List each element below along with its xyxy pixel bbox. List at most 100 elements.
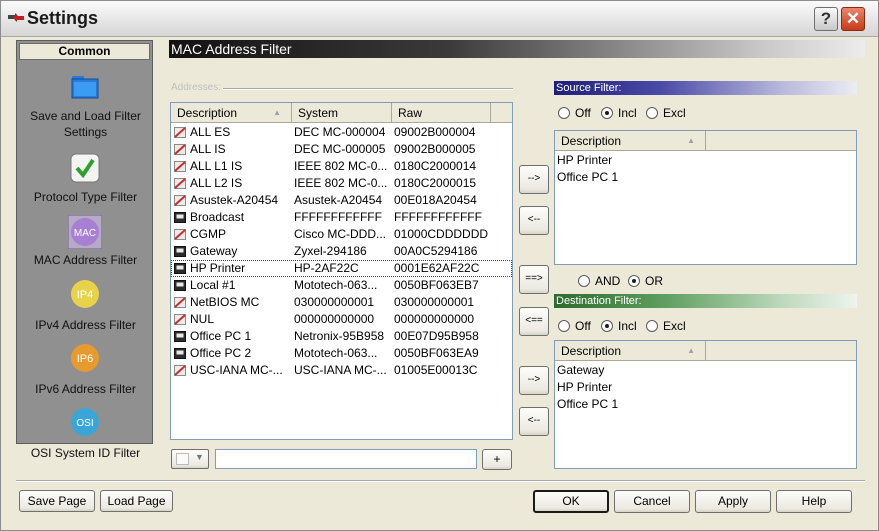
nav-item-label: MAC Address Filter <box>33 253 138 267</box>
table-row[interactable]: Asustek-A20454 Asustek-A20454 00E018A20454 <box>171 192 512 209</box>
nav-header[interactable]: Common <box>19 43 150 60</box>
cell-raw: 00E07D95B958 <box>394 329 479 343</box>
station-address-icon <box>174 331 186 342</box>
list-item[interactable]: Office PC 1 <box>555 396 856 413</box>
table-row[interactable]: NetBIOS MC 030000000001 030000000001 <box>171 294 512 311</box>
list-item[interactable]: HP Printer <box>555 152 856 169</box>
add-to-source-button[interactable]: --> <box>519 165 549 194</box>
table-row[interactable]: ALL ES DEC MC-000004 09002B000004 <box>171 124 512 141</box>
nav-item-label: IPv6 Address Filter <box>35 382 136 396</box>
table-row[interactable]: ALL L2 IS IEEE 802 MC-0... 0180C2000015 <box>171 175 512 192</box>
table-row[interactable]: Local #1 Mototech-063... 0050BF063EB7 <box>171 277 512 294</box>
address-type-dropdown[interactable]: ▼ <box>171 449 209 469</box>
cell-system: 000000000000 <box>294 312 375 326</box>
table-row[interactable]: USC-IANA MC-... USC-IANA MC-... 01005E0001… <box>171 362 512 379</box>
source-filter-mode: Off Incl Excl <box>558 105 758 121</box>
add-to-both-button[interactable]: ==> <box>519 265 549 294</box>
cell-description: ALL ES <box>190 125 231 139</box>
mac-icon-text: MAC <box>74 228 96 239</box>
help-icon-button[interactable]: ? <box>814 7 838 31</box>
destination-filter-list[interactable]: Description ▲ Gateway HP Printer Office P… <box>554 340 857 469</box>
nav-item-label: IPv4 Address Filter <box>35 318 136 332</box>
checkmark-icon <box>70 153 100 183</box>
cell-raw: 030000000001 <box>394 295 475 309</box>
cell-raw: 01005E00013C <box>394 363 478 377</box>
remove-from-both-button[interactable]: <== <box>519 307 549 336</box>
cell-raw: 0180C2000015 <box>394 176 477 190</box>
cell-description: USC-IANA MC-... <box>190 363 283 377</box>
add-address-button[interactable]: + <box>482 449 512 470</box>
cell-raw: 09002B000004 <box>394 125 476 139</box>
cancel-button[interactable]: Cancel <box>614 490 690 513</box>
apply-button[interactable]: Apply <box>695 490 771 513</box>
load-page-button[interactable]: Load Page <box>100 490 173 512</box>
table-row[interactable]: Gateway Zyxel-294186 00A0C5294186 <box>171 243 512 260</box>
cell-description: ALL L1 IS <box>190 159 243 173</box>
nav-item-label: Save and Load Filter Settings <box>30 109 141 139</box>
remove-from-source-button[interactable]: <-- <box>519 206 549 235</box>
title-bar[interactable]: Settings ? ✕ <box>1 1 878 37</box>
multicast-address-icon <box>174 365 186 376</box>
help-button[interactable]: Help <box>776 490 852 513</box>
multicast-address-icon <box>174 144 186 155</box>
column-description[interactable]: Description ▲ <box>555 131 706 151</box>
column-description[interactable]: Description ▲ <box>555 341 706 361</box>
multicast-address-icon <box>174 195 186 206</box>
multicast-address-icon <box>174 127 186 138</box>
ok-button[interactable]: OK <box>533 490 609 513</box>
address-search-input[interactable] <box>215 449 477 469</box>
ipv6-icon: IP6 <box>71 344 99 372</box>
source-list-header: Description ▲ <box>555 131 856 151</box>
table-row[interactable]: NUL 000000000000 000000000000 <box>171 311 512 328</box>
list-item[interactable]: HP Printer <box>555 379 856 396</box>
save-page-button[interactable]: Save Page <box>19 490 95 512</box>
column-raw[interactable]: Raw <box>392 103 491 123</box>
remove-from-destination-button[interactable]: <-- <box>519 407 549 436</box>
cell-system: Cisco MC-DDD... <box>294 227 386 241</box>
sort-ascending-icon: ▲ <box>273 108 281 117</box>
table-row[interactable]: CGMP Cisco MC-DDD... 01000CDDDDDD <box>171 226 512 243</box>
table-row[interactable]: HP Printer HP-2AF22C 0001E62AF22C <box>171 260 512 277</box>
ipv4-icon-text: IP4 <box>77 289 94 301</box>
station-address-icon <box>174 246 186 257</box>
cell-system: Asustek-A20454 <box>294 193 383 207</box>
addresses-list[interactable]: Description ▲ System Raw ALL ES DEC MC-000… <box>170 102 513 440</box>
sort-ascending-icon: ▲ <box>687 136 695 145</box>
source-filter-header: Source Filter: <box>554 81 857 95</box>
page-title: MAC Address Filter <box>169 40 865 58</box>
column-description[interactable]: Description ▲ <box>171 103 292 123</box>
cell-system: USC-IANA MC-... <box>294 363 387 377</box>
cell-raw: 0050BF063EB7 <box>394 278 479 292</box>
list-item[interactable]: Gateway <box>555 362 856 379</box>
ipv4-icon: IP4 <box>71 280 99 308</box>
cell-system: Zyxel-294186 <box>294 244 367 258</box>
ipv6-icon-text: IP6 <box>77 353 94 365</box>
close-icon-button[interactable]: ✕ <box>841 7 865 31</box>
addresses-divider <box>223 88 513 90</box>
table-row[interactable]: Office PC 2 Mototech-063... 0050BF063EA9 <box>171 345 512 362</box>
osi-icon-text: OSI <box>76 418 93 429</box>
cell-description: Broadcast <box>190 210 245 224</box>
address-type-swatch <box>176 453 189 465</box>
table-row[interactable]: Broadcast FFFFFFFFFFFF FFFFFFFFFFFF <box>171 209 512 226</box>
list-item[interactable]: Office PC 1 <box>555 169 856 186</box>
cell-raw: 0050BF063EA9 <box>394 346 479 360</box>
source-filter-list[interactable]: Description ▲ HP Printer Office PC 1 <box>554 130 857 265</box>
cell-system: IEEE 802 MC-0... <box>294 176 388 190</box>
table-row[interactable]: ALL IS DEC MC-000005 09002B000005 <box>171 141 512 158</box>
cell-description: Office PC 2 <box>190 346 252 360</box>
add-to-destination-button[interactable]: --> <box>519 366 549 395</box>
cell-raw: 0180C2000014 <box>394 159 477 173</box>
cell-system: DEC MC-000004 <box>294 125 386 139</box>
logic-operator: AND OR <box>578 273 698 289</box>
table-row[interactable]: ALL L1 IS IEEE 802 MC-0... 0180C2000014 <box>171 158 512 175</box>
cell-system: 030000000001 <box>294 295 375 309</box>
app-icon <box>8 13 24 22</box>
cell-description: Gateway <box>190 244 238 258</box>
cell-description: Asustek-A20454 <box>190 193 279 207</box>
column-system[interactable]: System <box>292 103 392 123</box>
cell-description: CGMP <box>190 227 226 241</box>
table-row[interactable]: Office PC 1 Netronix-95B958 00E07D95B958 <box>171 328 512 345</box>
addresses-list-header: Description ▲ System Raw <box>171 103 512 123</box>
multicast-address-icon <box>174 178 186 189</box>
